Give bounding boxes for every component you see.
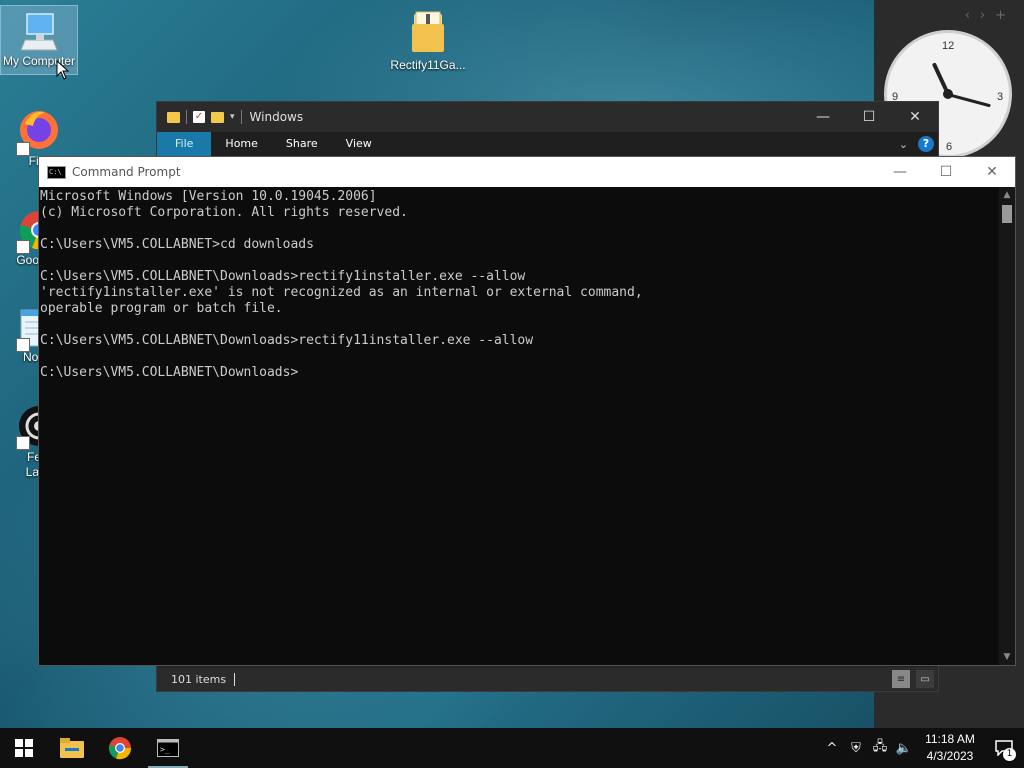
widget-add-icon[interactable]: + xyxy=(995,8,1016,23)
desktop-icon-rectify11-folder[interactable]: Rectify11Ga... xyxy=(390,10,466,72)
details-view-icon[interactable]: ≡ xyxy=(892,670,910,688)
item-count: 101 items xyxy=(171,672,227,686)
windows-logo-icon xyxy=(15,739,33,757)
console-line: 'rectify1installer.exe' is not recognize… xyxy=(40,285,643,300)
properties-icon[interactable]: ✓ xyxy=(193,111,205,123)
console-line: C:\Users\VM5.COLLABNET\Downloads>rectify… xyxy=(40,333,534,348)
close-button[interactable]: ✕ xyxy=(969,157,1015,187)
expand-ribbon-chevron-icon[interactable]: ⌄ xyxy=(899,138,908,151)
console-line: C:\Users\VM5.COLLABNET\Downloads>rectify… xyxy=(40,269,526,284)
command-prompt-window[interactable]: C:\ Command Prompt — ☐ ✕ Microsoft Windo… xyxy=(38,156,1016,666)
explorer-status-bar: 101 items ≡ ▭ xyxy=(157,667,938,691)
shortcut-arrow-icon xyxy=(16,240,30,254)
start-button[interactable] xyxy=(0,728,48,768)
maximize-button[interactable]: ☐ xyxy=(923,157,969,187)
notification-badge: 1 xyxy=(1003,748,1016,761)
ribbon-right-controls: ⌄ ? xyxy=(899,136,938,152)
large-icons-view-icon[interactable]: ▭ xyxy=(916,670,934,688)
clock-numeral-3: 3 xyxy=(997,91,1004,103)
shortcut-arrow-icon xyxy=(16,338,30,352)
new-folder-icon[interactable] xyxy=(211,111,224,123)
clock-numeral-6: 6 xyxy=(946,141,953,153)
close-button[interactable]: ✕ xyxy=(892,102,938,132)
cmd-title-bar[interactable]: C:\ Command Prompt — ☐ ✕ xyxy=(39,157,1015,187)
minimize-button[interactable]: — xyxy=(800,102,846,132)
scroll-thumb[interactable] xyxy=(1002,205,1012,223)
console-scrollbar[interactable]: ▲ ▼ xyxy=(999,187,1015,665)
security-icon[interactable]: ⛨ xyxy=(844,741,868,756)
scroll-up-icon[interactable]: ▲ xyxy=(999,187,1015,203)
notification-center-button[interactable]: 1 xyxy=(984,728,1024,768)
cmd-icon: >_ xyxy=(157,739,179,757)
cmd-window-controls: — ☐ ✕ xyxy=(877,157,1015,187)
tab-home[interactable]: Home xyxy=(211,132,271,156)
taskbar-file-explorer[interactable] xyxy=(48,728,96,768)
view-toggle-buttons: ≡ ▭ xyxy=(892,670,938,688)
system-tray: ^ ⛨ 🖧 🔈 11:18 AM 4/3/2023 1 xyxy=(820,728,1024,768)
widget-next-icon[interactable]: › xyxy=(980,8,995,23)
cmd-icon: C:\ xyxy=(47,165,66,179)
taskbar-command-prompt[interactable]: >_ xyxy=(144,728,192,768)
network-icon[interactable]: 🖧 xyxy=(868,737,892,759)
widget-prev-icon[interactable]: ‹ xyxy=(965,8,980,23)
quick-access-toolbar: ✓ ▾ xyxy=(157,110,242,124)
widget-nav[interactable]: ‹›+ xyxy=(965,8,1016,23)
status-separator xyxy=(234,672,236,686)
help-icon[interactable]: ? xyxy=(918,136,934,152)
tab-file[interactable]: File xyxy=(157,132,212,156)
console-line: C:\Users\VM5.COLLABNET\Downloads> xyxy=(40,365,299,380)
minimize-button[interactable]: — xyxy=(877,157,923,187)
console-output[interactable]: Microsoft Windows [Version 10.0.19045.20… xyxy=(39,187,999,665)
folder-icon xyxy=(167,111,180,123)
tab-share[interactable]: Share xyxy=(272,132,332,156)
shortcut-arrow-icon xyxy=(16,142,30,156)
taskbar-time: 11:18 AM xyxy=(925,732,975,746)
console-line: Microsoft Windows [Version 10.0.19045.20… xyxy=(40,189,377,204)
cmd-window-title: Command Prompt xyxy=(72,165,181,179)
volume-icon[interactable]: 🔈 xyxy=(892,741,916,756)
shortcut-arrow-icon xyxy=(16,436,30,450)
toolbar-separator xyxy=(240,110,242,124)
taskbar-google-chrome[interactable] xyxy=(96,728,144,768)
computer-icon xyxy=(19,12,59,54)
clock-minute-hand xyxy=(947,93,991,108)
console-line: C:\Users\VM5.COLLABNET>cd downloads xyxy=(40,237,314,252)
console-line: (c) Microsoft Corporation. All rights re… xyxy=(40,205,408,220)
toolbar-separator xyxy=(186,110,187,124)
maximize-button[interactable]: ☐ xyxy=(846,102,892,132)
customize-toolbar-icon[interactable]: ▾ xyxy=(230,112,235,122)
mouse-cursor-icon xyxy=(56,60,70,80)
chrome-icon xyxy=(109,737,132,760)
explorer-window-title: Windows xyxy=(249,110,304,124)
folder-zip-icon xyxy=(412,11,444,52)
show-hidden-icons-chevron-icon[interactable]: ^ xyxy=(820,741,844,756)
clock-center xyxy=(943,89,953,99)
taskbar-date: 4/3/2023 xyxy=(926,749,974,763)
desktop-icon-label: Rectify11Ga... xyxy=(390,58,466,72)
taskbar-clock[interactable]: 11:18 AM 4/3/2023 xyxy=(920,731,980,765)
svg-text:>_: >_ xyxy=(160,745,170,754)
scroll-down-icon[interactable]: ▼ xyxy=(999,649,1015,665)
tab-view[interactable]: View xyxy=(332,132,386,156)
clock-numeral-12: 12 xyxy=(942,40,955,52)
explorer-window-controls: — ☐ ✕ xyxy=(800,102,938,132)
explorer-ribbon: File Home Share View ⌄ ? xyxy=(157,132,938,156)
taskbar: >_ ^ ⛨ 🖧 🔈 11:18 AM 4/3/2023 1 xyxy=(0,728,1024,768)
console-line: operable program or batch file. xyxy=(40,301,283,316)
explorer-title-bar[interactable]: ✓ ▾ Windows — ☐ ✕ xyxy=(157,102,938,132)
file-explorer-icon xyxy=(60,738,84,758)
